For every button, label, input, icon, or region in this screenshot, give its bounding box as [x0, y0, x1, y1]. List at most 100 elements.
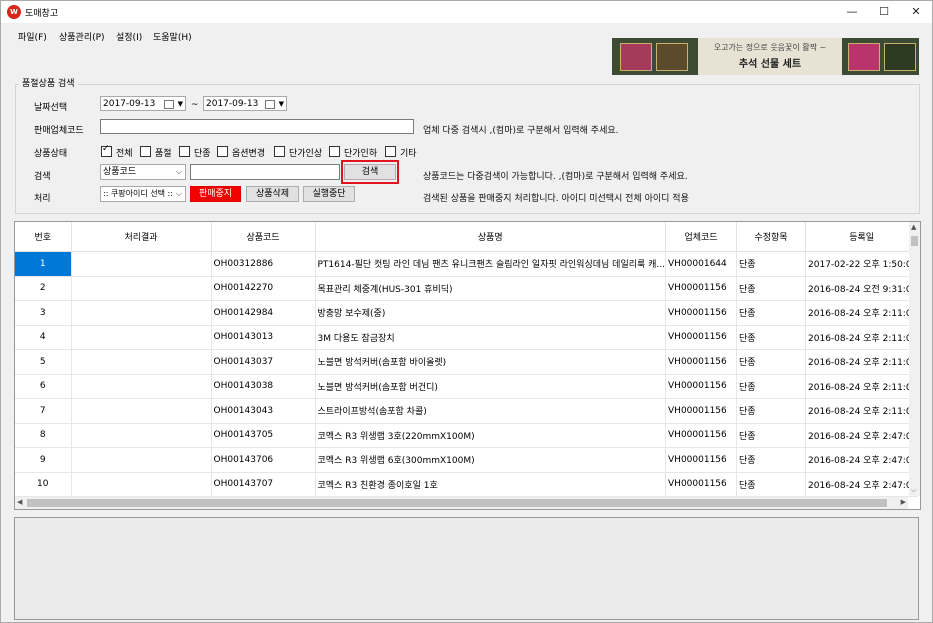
table-cell[interactable]: 5 [15, 349, 72, 375]
close-button[interactable]: ✕ [900, 1, 932, 23]
horizontal-scrollbar[interactable]: ◀ ▶ [15, 497, 908, 509]
table-cell[interactable]: VH00001156 [665, 349, 738, 375]
table-cell[interactable]: VH00001156 [665, 325, 738, 350]
scroll-down-icon[interactable]: ⌵ [911, 486, 916, 495]
menu-help[interactable]: 도움말(H) [153, 30, 192, 43]
table-cell[interactable]: VH00001156 [665, 472, 738, 497]
table-cell[interactable] [71, 325, 212, 350]
table-cell[interactable]: 6 [15, 374, 72, 399]
table-row[interactable]: 4 OH00143013 3M 다용도 잠금장치 VH00001156 단종 2016-0… [15, 325, 919, 350]
status-checkbox-soldout[interactable]: 품절 [140, 146, 172, 159]
search-input[interactable] [190, 164, 340, 180]
table-cell[interactable]: 단종 [736, 423, 807, 448]
menu-settings[interactable]: 설정(I) [116, 30, 142, 43]
table-cell[interactable]: 2016-08-24 오후 2:47:00 [805, 447, 919, 473]
table-row[interactable]: 9 OH00143706 코멕스 R3 위생랩 6호(300mmX100M) VH00… [15, 447, 919, 473]
results-grid[interactable]: 번호 처리결과 상품코드 상품명 업체코드 수정항목 등록일 1 OH003128… [14, 221, 921, 510]
table-cell[interactable]: VH00001156 [665, 374, 738, 399]
table-cell[interactable]: 2016-08-24 오후 2:11:00 [805, 349, 919, 375]
table-cell[interactable] [71, 276, 212, 301]
table-cell[interactable] [71, 398, 212, 424]
abort-button[interactable]: 실행중단 [303, 186, 355, 202]
table-cell[interactable]: VH00001156 [665, 300, 738, 326]
table-cell[interactable] [71, 447, 212, 473]
status-checkbox-all[interactable]: 전체 [101, 144, 133, 159]
table-cell[interactable]: VH00001156 [665, 276, 738, 301]
status-checkbox-price-down[interactable]: 단가인하 [329, 146, 377, 159]
column-header[interactable]: 등록일 [805, 222, 919, 252]
scroll-up-icon[interactable]: ▲ [911, 223, 916, 231]
table-cell[interactable]: PT1614-필단 컷팅 라인 데님 팬츠 유니크팬츠 슬림라인 일자핏 라인워… [315, 251, 667, 277]
table-cell[interactable]: 코멕스 R3 위생랩 6호(300mmX100M) [315, 447, 667, 473]
table-cell[interactable]: 단종 [736, 276, 807, 301]
table-cell[interactable] [71, 251, 212, 277]
date-to-picker[interactable]: 2017-09-13 ▼ [203, 96, 287, 111]
table-cell[interactable] [71, 349, 212, 375]
table-cell[interactable]: 2016-08-24 오전 9:31:00 [805, 276, 919, 301]
scroll-thumb[interactable] [27, 499, 887, 507]
table-row[interactable]: 2 OH00142270 목표관리 체중계(HUS-301 휴비딕) VH000011… [15, 276, 919, 301]
menu-product[interactable]: 상품관리(P) [59, 30, 105, 43]
column-header[interactable]: 처리결과 [71, 222, 212, 252]
table-cell[interactable]: 단종 [736, 325, 807, 350]
table-cell[interactable]: OH00143013 [211, 325, 316, 350]
table-row[interactable]: 6 OH00143038 노블면 방석커버(솜포함 버건디) VH00001156 단종… [15, 374, 919, 399]
table-cell[interactable]: 단종 [736, 300, 807, 326]
table-cell[interactable]: VH00001644 [665, 251, 738, 277]
table-cell[interactable]: 9 [15, 447, 72, 473]
table-cell[interactable]: 2016-08-24 오후 2:11:00 [805, 300, 919, 326]
table-cell[interactable]: 2016-08-24 오후 2:11:00 [805, 374, 919, 399]
table-cell[interactable]: OH00312886 [211, 251, 316, 277]
table-cell[interactable]: 방충망 보수제(중) [315, 300, 667, 326]
table-cell[interactable]: VH00001156 [665, 423, 738, 448]
table-cell[interactable]: 2016-08-24 오후 2:11:00 [805, 325, 919, 350]
table-cell[interactable] [71, 423, 212, 448]
table-cell[interactable]: 7 [15, 398, 72, 424]
table-cell[interactable]: 단종 [736, 349, 807, 375]
coupang-id-select[interactable]: :: 쿠팡아이디 선택 :: ⌵ [100, 186, 186, 202]
table-cell[interactable]: 코멕스 R3 위생랩 3호(220mmX100M) [315, 423, 667, 448]
delete-product-button[interactable]: 상품삭제 [246, 186, 299, 202]
table-cell[interactable]: 단종 [736, 251, 807, 277]
table-row[interactable]: 10 OH00143707 코멕스 R3 친환경 종이호일 1호 VH00001156… [15, 472, 919, 497]
table-cell[interactable]: 2017-02-22 오후 1:50:00 [805, 251, 919, 277]
table-cell[interactable]: OH00142270 [211, 276, 316, 301]
table-cell[interactable]: 2016-08-24 오후 2:11:00 [805, 398, 919, 424]
column-header[interactable]: 번호 [15, 222, 72, 252]
table-cell[interactable]: OH00143707 [211, 472, 316, 497]
status-checkbox-other[interactable]: 기타 [385, 146, 417, 159]
vendor-code-input[interactable] [100, 119, 414, 134]
column-header[interactable]: 상품명 [315, 222, 667, 252]
table-cell[interactable]: 2016-08-24 오후 2:47:00 [805, 423, 919, 448]
table-cell[interactable]: 3 [15, 300, 72, 326]
status-checkbox-discontinued[interactable]: 단종 [179, 146, 211, 159]
date-from-picker[interactable]: 2017-09-13 ▼ [100, 96, 186, 111]
table-cell[interactable]: 10 [15, 472, 72, 497]
table-cell[interactable] [71, 300, 212, 326]
table-cell[interactable]: OH00142984 [211, 300, 316, 326]
search-field-select[interactable]: 상품코드 ⌵ [100, 164, 186, 180]
table-cell[interactable]: OH00143038 [211, 374, 316, 399]
minimize-button[interactable]: — [836, 1, 868, 23]
scroll-thumb[interactable] [911, 236, 918, 246]
table-cell[interactable]: 1 [15, 251, 72, 277]
table-row[interactable]: 3 OH00142984 방충망 보수제(중) VH00001156 단종 2016-08… [15, 300, 919, 326]
table-row[interactable]: 7 OH00143043 스트라이프방석(솜포함 차콜) VH00001156 단종 20… [15, 398, 919, 424]
table-cell[interactable]: 단종 [736, 398, 807, 424]
promo-banner[interactable]: 오고가는 정으로 웃음꽃이 활짝 ~ 추석 선물 세트 [612, 38, 919, 75]
table-cell[interactable]: 2016-08-24 오후 2:47:00 [805, 472, 919, 497]
table-cell[interactable]: VH00001156 [665, 447, 738, 473]
table-cell[interactable]: 스트라이프방석(솜포함 차콜) [315, 398, 667, 424]
scroll-left-icon[interactable]: ◀ [17, 498, 22, 506]
table-cell[interactable]: 노블면 방석커버(솜포함 바이올렛) [315, 349, 667, 375]
column-header[interactable]: 업체코드 [665, 222, 738, 252]
table-cell[interactable]: OH00143043 [211, 398, 316, 424]
table-cell[interactable]: OH00143705 [211, 423, 316, 448]
column-header[interactable]: 상품코드 [211, 222, 316, 252]
status-checkbox-option-change[interactable]: 옵션변경 [217, 146, 265, 159]
table-cell[interactable] [71, 374, 212, 399]
table-cell[interactable] [71, 472, 212, 497]
table-cell[interactable]: 8 [15, 423, 72, 448]
stop-sale-button[interactable]: 판매중지 [190, 186, 241, 202]
table-cell[interactable]: 단종 [736, 374, 807, 399]
